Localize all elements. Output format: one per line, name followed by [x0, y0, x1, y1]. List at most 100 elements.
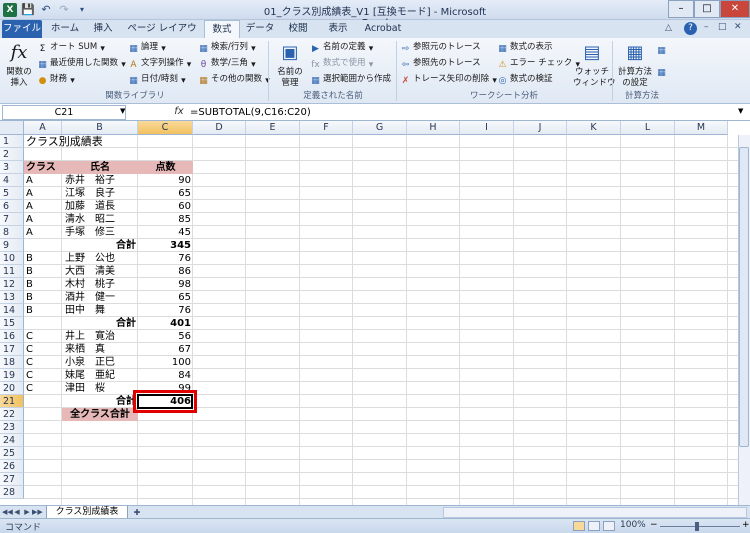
class-cell[interactable]: C	[24, 343, 62, 356]
calculate-now-button[interactable]: ▦	[656, 42, 669, 56]
class-cell[interactable]: B	[24, 278, 62, 291]
student-name[interactable]: 赤井 裕子	[62, 174, 138, 187]
help-icon[interactable]: ?	[684, 22, 697, 35]
student-name[interactable]: 上野 公也	[62, 252, 138, 265]
tab-formulas[interactable]: 数式	[204, 20, 240, 38]
tab-view[interactable]: 表示	[320, 20, 356, 38]
tab-review[interactable]: 校閲	[280, 20, 316, 38]
maximize-button[interactable]: □	[694, 0, 720, 18]
row-header-26[interactable]: 26	[0, 460, 24, 473]
page-layout-view-button[interactable]	[588, 521, 600, 531]
class-cell[interactable]: A	[24, 226, 62, 239]
row-header-21[interactable]: 21	[0, 395, 24, 408]
student-name[interactable]: 手塚 修三	[62, 226, 138, 239]
student-name[interactable]: 小泉 正巳	[62, 356, 138, 369]
student-name[interactable]: 津田 桜	[62, 382, 138, 395]
prev-sheet-icon[interactable]: ◀	[12, 507, 22, 518]
column-header-l[interactable]: L	[621, 121, 675, 135]
score-cell[interactable]: 60	[138, 200, 193, 213]
class-cell[interactable]: A	[24, 174, 62, 187]
student-name[interactable]: 妹尾 亜紀	[62, 369, 138, 382]
expand-formula-bar-icon[interactable]: ▼	[738, 107, 743, 115]
class-cell[interactable]: C	[24, 356, 62, 369]
use-in-formula-button[interactable]: fx 数式で使用 ▾	[310, 56, 379, 70]
workbook-close-icon[interactable]: ✕	[734, 22, 742, 32]
create-from-selection-button[interactable]: ▦ 選択範囲から作成	[310, 72, 391, 86]
student-name[interactable]: 木村 桃子	[62, 278, 138, 291]
score-cell[interactable]: 65	[138, 291, 193, 304]
row-header-24[interactable]: 24	[0, 434, 24, 447]
lookup-button[interactable]: ▦ 検索/行列 ▾	[198, 40, 261, 54]
row-header-23[interactable]: 23	[0, 421, 24, 434]
subtotal-value[interactable]: 401	[138, 317, 193, 330]
column-header-b[interactable]: B	[62, 121, 138, 135]
class-cell[interactable]: B	[24, 265, 62, 278]
row-header-11[interactable]: 11	[0, 265, 24, 278]
row-header-14[interactable]: 14	[0, 304, 24, 317]
name-manager-button[interactable]: ▣ 名前の 管理	[273, 40, 307, 89]
remove-arrows-button[interactable]: ✗ トレース矢印の削除 ▾	[400, 72, 502, 86]
score-cell[interactable]: 67	[138, 343, 193, 356]
row-header-27[interactable]: 27	[0, 473, 24, 486]
subtotal-label[interactable]: 合計	[62, 395, 138, 408]
row-header-15[interactable]: 15	[0, 317, 24, 330]
zoom-out-icon[interactable]: −	[650, 520, 658, 530]
row-header-10[interactable]: 10	[0, 252, 24, 265]
show-formulas-button[interactable]: ▦ 数式の表示	[497, 40, 552, 54]
score-cell[interactable]: 76	[138, 252, 193, 265]
formula-input[interactable]: =SUBTOTAL(9,C16:C20)	[190, 105, 311, 120]
calculation-options-button[interactable]: ▦ 計算方法 の設定	[616, 40, 654, 89]
column-header-h[interactable]: H	[407, 121, 460, 135]
student-name[interactable]: 清水 昭二	[62, 213, 138, 226]
score-cell[interactable]: 45	[138, 226, 193, 239]
column-header-f[interactable]: F	[300, 121, 353, 135]
zoom-slider-thumb[interactable]	[695, 522, 699, 531]
row-header-7[interactable]: 7	[0, 213, 24, 226]
row-header-28[interactable]: 28	[0, 486, 24, 499]
recent-functions-button[interactable]: ▦ 最近使用した関数 ▾	[37, 56, 131, 70]
grand-total-label[interactable]: 全クラス合計	[62, 408, 138, 421]
row-header-25[interactable]: 25	[0, 447, 24, 460]
datetime-button[interactable]: ▦ 日付/時刻 ▾	[128, 72, 191, 86]
undo-icon[interactable]: ↶	[38, 2, 54, 18]
student-name[interactable]: 大西 清美	[62, 265, 138, 278]
excel-app-icon[interactable]: X	[3, 3, 17, 17]
minimize-button[interactable]: –	[668, 0, 694, 18]
row-header-19[interactable]: 19	[0, 369, 24, 382]
evaluate-formula-button[interactable]: ◎ 数式の検証	[497, 72, 553, 86]
class-cell[interactable]: B	[24, 291, 62, 304]
column-header-i[interactable]: I	[460, 121, 514, 135]
page-break-view-button[interactable]	[603, 521, 615, 531]
row-header-18[interactable]: 18	[0, 356, 24, 369]
score-cell[interactable]: 65	[138, 187, 193, 200]
class-cell[interactable]: C	[24, 369, 62, 382]
zoom-level[interactable]: 100%	[620, 520, 646, 530]
tab-acrobat[interactable]: Acrobat	[360, 20, 406, 38]
tab-page-layout[interactable]: ページ レイアウト	[124, 20, 200, 52]
logical-button[interactable]: ▦ 論理 ▾	[128, 40, 171, 54]
student-name[interactable]: 田中 舞	[62, 304, 138, 317]
class-cell[interactable]: C	[24, 382, 62, 395]
class-cell[interactable]: C	[24, 330, 62, 343]
tab-data[interactable]: データ	[242, 20, 278, 38]
name-box-dropdown-icon[interactable]: ▼	[120, 107, 125, 115]
row-header-20[interactable]: 20	[0, 382, 24, 395]
zoom-slider[interactable]	[660, 526, 740, 527]
column-header-e[interactable]: E	[246, 121, 300, 135]
row-header-13[interactable]: 13	[0, 291, 24, 304]
autosum-button[interactable]: Σ オート SUM ▾	[37, 40, 110, 54]
error-checking-button[interactable]: ⚠ エラー チェック ▾	[497, 56, 585, 70]
column-header-a[interactable]: A	[24, 121, 62, 135]
more-functions-button[interactable]: ▦その他の関数▾	[198, 72, 275, 86]
column-header-c[interactable]: C	[138, 121, 193, 135]
column-header-j[interactable]: J	[514, 121, 567, 135]
class-cell[interactable]: B	[24, 304, 62, 317]
workbook-minimize-icon[interactable]: –	[704, 22, 709, 32]
row-header-6[interactable]: 6	[0, 200, 24, 213]
ribbon-minimize-icon[interactable]: △	[665, 23, 672, 33]
subtotal-value[interactable]: 345	[138, 239, 193, 252]
score-cell[interactable]: 84	[138, 369, 193, 382]
math-button[interactable]: θ 数学/三角 ▾	[198, 56, 261, 70]
trace-precedents-button[interactable]: ⇨ 参照元のトレース	[400, 40, 481, 54]
class-cell[interactable]: A	[24, 187, 62, 200]
